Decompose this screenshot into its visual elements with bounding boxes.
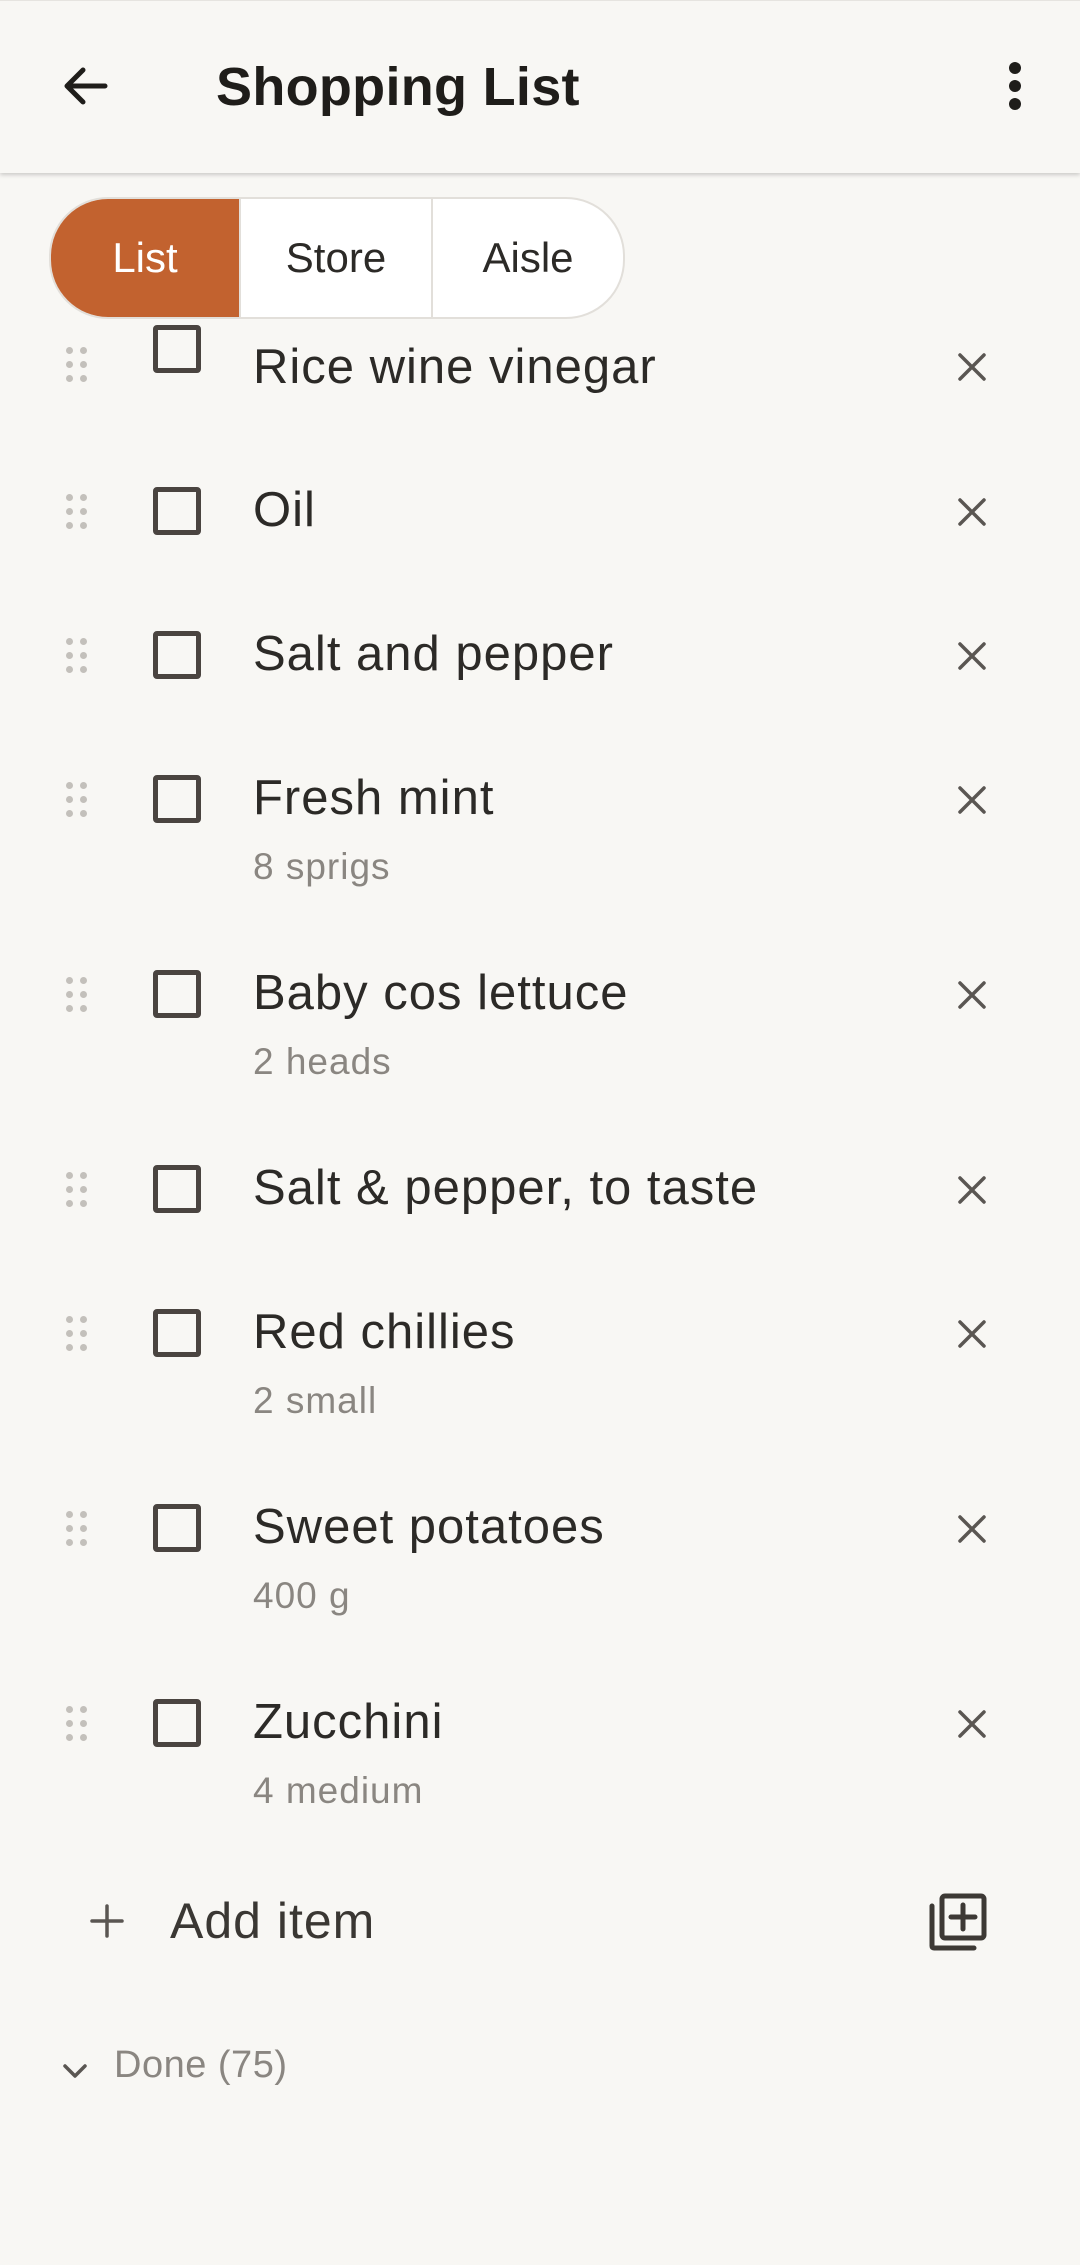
- item-quantity: 400 g: [253, 1575, 351, 1616]
- remove-item-button[interactable]: [944, 772, 1000, 828]
- list-item[interactable]: Salt and pepper: [0, 626, 1080, 686]
- remove-item-button[interactable]: [944, 628, 1000, 684]
- item-name: Baby cos lettuce: [253, 966, 629, 1020]
- remove-item-button[interactable]: [944, 1162, 1000, 1218]
- list-item[interactable]: Zucchini 4 medium: [0, 1694, 1080, 1814]
- item-checkbox[interactable]: [153, 1699, 201, 1747]
- more-vert-icon: [1009, 62, 1021, 110]
- remove-item-button[interactable]: [944, 1501, 1000, 1557]
- drag-handle-icon[interactable]: [64, 1170, 92, 1210]
- tab-aisle[interactable]: Aisle: [431, 199, 623, 317]
- item-name: Zucchini: [253, 1695, 444, 1749]
- item-name: Fresh mint: [253, 771, 495, 825]
- item-quantity: 8 sprigs: [253, 846, 391, 887]
- close-icon: [958, 1176, 986, 1204]
- list-item[interactable]: Red chillies 2 small: [0, 1304, 1080, 1424]
- tab-list[interactable]: List: [51, 199, 239, 317]
- item-checkbox[interactable]: [153, 775, 201, 823]
- item-checkbox[interactable]: [153, 487, 201, 535]
- item-name: Salt & pepper, to taste: [253, 1161, 759, 1215]
- list-item[interactable]: Fresh mint 8 sprigs: [0, 770, 1080, 890]
- list-item[interactable]: Rice wine vinegar: [0, 325, 1080, 395]
- item-name: Oil: [253, 483, 316, 537]
- add-item-row[interactable]: Add item: [0, 1870, 1080, 1970]
- remove-item-button[interactable]: [944, 1696, 1000, 1752]
- close-icon: [958, 981, 986, 1009]
- drag-handle-icon[interactable]: [64, 780, 92, 820]
- remove-item-button[interactable]: [944, 1306, 1000, 1362]
- close-icon: [958, 353, 986, 381]
- drag-handle-icon[interactable]: [64, 492, 92, 532]
- library-add-icon: [929, 1893, 987, 1951]
- item-checkbox[interactable]: [153, 970, 201, 1018]
- close-icon: [958, 498, 986, 526]
- item-checkbox[interactable]: [153, 1165, 201, 1213]
- list-item[interactable]: Oil: [0, 482, 1080, 542]
- done-count-label: Done (75): [114, 2044, 288, 2086]
- item-name: Rice wine vinegar: [253, 340, 657, 394]
- add-item-label: Add item: [170, 1893, 376, 1949]
- drag-handle-icon[interactable]: [64, 975, 92, 1015]
- list-item[interactable]: Baby cos lettuce 2 heads: [0, 965, 1080, 1085]
- list-item[interactable]: Sweet potatoes 400 g: [0, 1499, 1080, 1619]
- item-quantity: 2 heads: [253, 1041, 392, 1082]
- close-icon: [958, 786, 986, 814]
- item-quantity: 4 medium: [253, 1770, 424, 1811]
- done-section-toggle[interactable]: Done (75): [0, 2040, 1080, 2100]
- drag-handle-icon[interactable]: [64, 1704, 92, 1744]
- back-button[interactable]: [40, 41, 130, 131]
- item-name: Sweet potatoes: [253, 1500, 605, 1554]
- item-checkbox[interactable]: [153, 325, 201, 373]
- chevron-down-icon: [63, 2064, 87, 2078]
- tab-store[interactable]: Store: [239, 199, 431, 317]
- remove-item-button[interactable]: [944, 967, 1000, 1023]
- close-icon: [958, 642, 986, 670]
- item-checkbox[interactable]: [153, 1309, 201, 1357]
- item-name: Salt and pepper: [253, 627, 614, 681]
- item-quantity: 2 small: [253, 1380, 378, 1421]
- item-checkbox[interactable]: [153, 631, 201, 679]
- item-checkbox[interactable]: [153, 1504, 201, 1552]
- drag-handle-icon[interactable]: [64, 1509, 92, 1549]
- drag-handle-icon[interactable]: [64, 1314, 92, 1354]
- item-name: Red chillies: [253, 1305, 516, 1359]
- remove-item-button[interactable]: [944, 484, 1000, 540]
- close-icon: [958, 1710, 986, 1738]
- overflow-menu-button[interactable]: [970, 41, 1060, 131]
- close-icon: [958, 1515, 986, 1543]
- page-title: Shopping List: [216, 57, 580, 117]
- view-mode-toggle: List Store Aisle: [49, 197, 625, 319]
- drag-handle-icon[interactable]: [64, 636, 92, 676]
- close-icon: [958, 1320, 986, 1348]
- remove-item-button[interactable]: [944, 339, 1000, 395]
- list-item[interactable]: Salt & pepper, to taste: [0, 1160, 1080, 1220]
- drag-handle-icon[interactable]: [64, 345, 92, 385]
- app-bar: Shopping List: [0, 0, 1080, 173]
- plus-icon: [90, 1904, 124, 1938]
- bulk-add-button[interactable]: [922, 1886, 994, 1958]
- arrow-left-icon: [64, 67, 108, 105]
